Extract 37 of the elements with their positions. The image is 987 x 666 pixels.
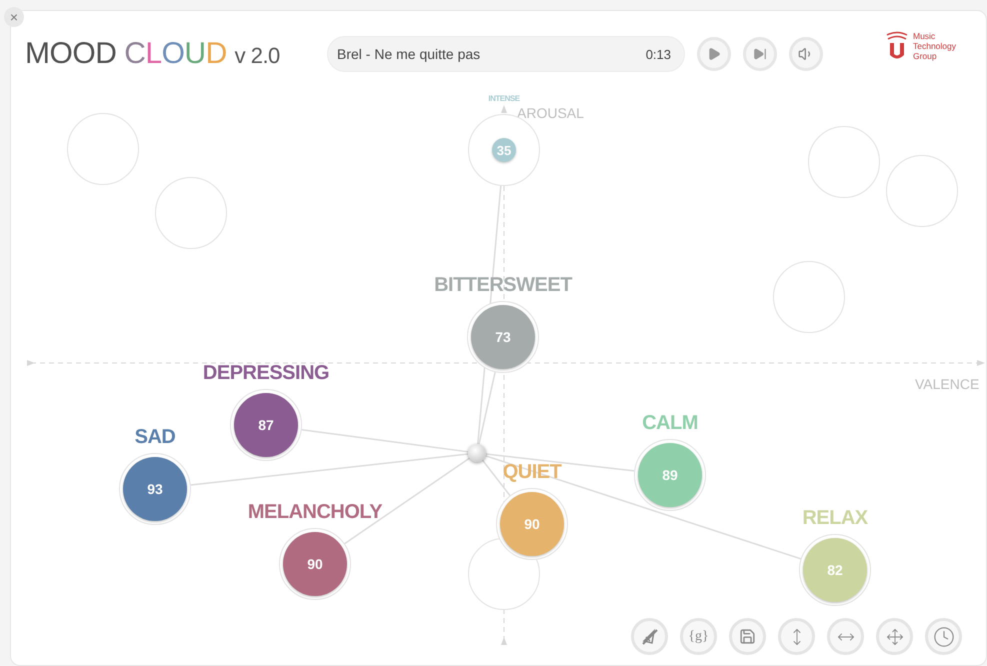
logo-text: Music Technology Group (912, 31, 956, 61)
axis-label: AROUSAL (517, 105, 584, 121)
skip-icon (753, 47, 767, 61)
play-icon (707, 47, 721, 61)
mood-label: CALM (642, 412, 698, 435)
both-axes-button[interactable] (876, 618, 913, 655)
save-icon (739, 628, 756, 645)
axis-label: VALENCE (915, 376, 980, 392)
mood-bubble[interactable]: 93 (123, 457, 187, 521)
clock-icon (932, 626, 954, 648)
hub-knob[interactable] (468, 444, 486, 462)
horizontal-axis-button[interactable] (827, 618, 864, 655)
close-button[interactable]: × (4, 7, 24, 27)
mood-bubble[interactable]: 87 (234, 393, 298, 457)
mood-label: SAD (134, 426, 176, 449)
save-button[interactable] (729, 618, 766, 655)
track-time: 0:13 (646, 46, 671, 62)
mood-bubble[interactable]: 90 (283, 532, 347, 596)
history-button[interactable] (925, 618, 962, 655)
app-title: MOOD CLOUD v 2.0 (25, 37, 281, 71)
mood-label: QUIET (502, 461, 562, 484)
track-title: Brel - Ne me quitte pas (337, 46, 482, 62)
mood-label: BITTERSWEET (434, 274, 572, 297)
crossed-cone-icon (640, 626, 660, 646)
play-button[interactable] (697, 37, 731, 71)
filter-off-button[interactable] (631, 618, 668, 655)
tag-button[interactable]: {g} (680, 618, 717, 655)
vertical-axis-button[interactable] (778, 618, 815, 655)
mood-label: DEPRESSING (202, 362, 330, 385)
mood-label: MELANCHOLY (248, 501, 382, 524)
volume-button[interactable] (789, 37, 823, 71)
cross-arrows-icon (886, 628, 904, 646)
mood-label: INTENSE (488, 94, 520, 103)
mood-bubble[interactable]: 89 (638, 443, 702, 507)
mood-bubble[interactable]: 73 (471, 305, 535, 369)
next-button[interactable] (743, 37, 777, 71)
mood-label: RELAX (802, 507, 868, 530)
